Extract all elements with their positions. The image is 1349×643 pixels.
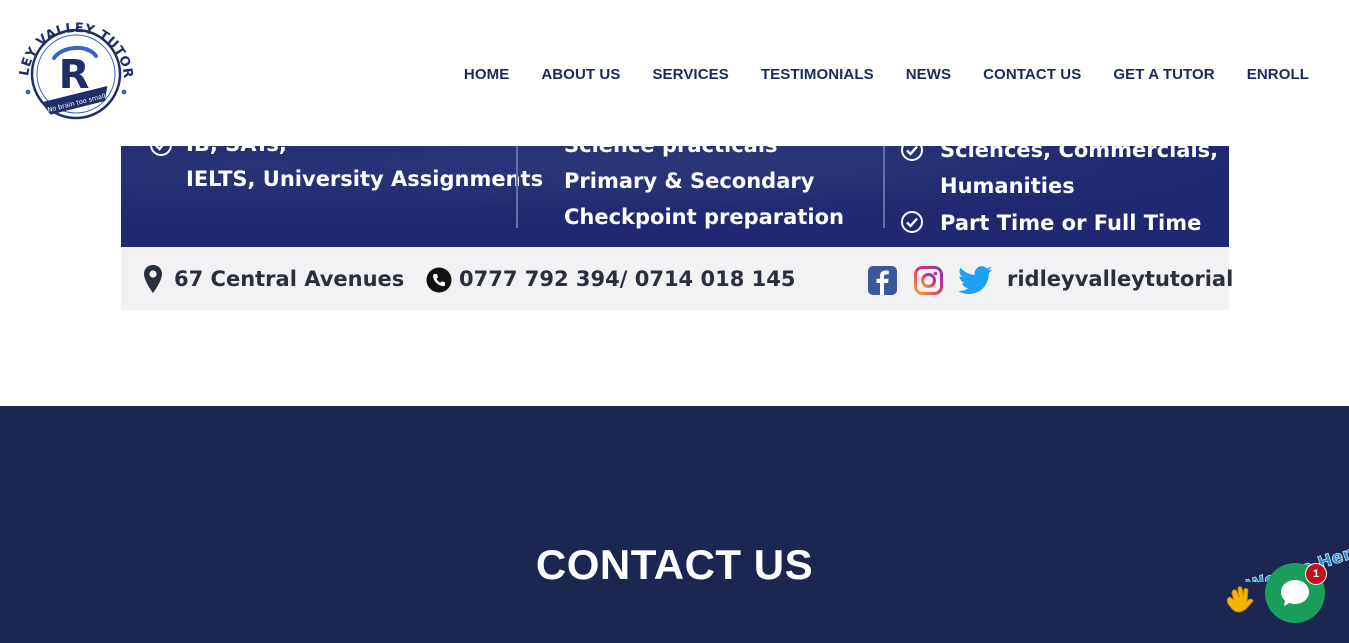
chat-unread-badge: 1 xyxy=(1305,563,1327,585)
banner-divider xyxy=(516,146,518,228)
banner-social-handle: ridleyvalleytutorial xyxy=(1007,267,1234,291)
banner-contact-strip: 67 Central Avenues 0777 792 394/ 0714 01… xyxy=(121,247,1233,310)
nav-about-us[interactable]: ABOUT US xyxy=(541,66,620,83)
banner-text-ielts: IELTS, University Assignments xyxy=(186,167,544,191)
nav-contact-us[interactable]: CONTACT US xyxy=(983,66,1081,83)
banner-text-part-full-time: Part Time or Full Time xyxy=(940,211,1202,235)
chat-icon xyxy=(1281,580,1309,606)
site-header: RIDLEY VALLEY TUTORIAL R No brain too sm… xyxy=(0,0,1349,146)
nav-testimonials[interactable]: TESTIMONIALS xyxy=(761,66,874,83)
facebook-icon xyxy=(868,266,897,295)
nav-enroll[interactable]: ENROLL xyxy=(1247,66,1309,83)
ridley-valley-logo[interactable]: RIDLEY VALLEY TUTORIAL R No brain too sm… xyxy=(14,10,138,134)
contact-title: CONTACT US xyxy=(535,541,814,588)
banner-text-primary-secondary: Primary & Secondary xyxy=(564,169,815,193)
location-pin-icon xyxy=(144,265,162,293)
banner-address: 67 Central Avenues xyxy=(174,267,405,291)
nav-home[interactable]: HOME xyxy=(464,66,509,83)
banner-text-checkpoint: Checkpoint preparation xyxy=(564,205,844,229)
nav-news[interactable]: NEWS xyxy=(906,66,951,83)
logo-monogram: R xyxy=(59,52,90,98)
nav-services[interactable]: SERVICES xyxy=(652,66,728,83)
chat-widget[interactable]: We Are Here! 1 xyxy=(1222,530,1349,643)
twitter-icon xyxy=(959,266,992,294)
waving-hand-icon xyxy=(1226,586,1254,613)
banner-phones: 0777 792 394/ 0714 018 145 xyxy=(459,267,796,291)
main-nav: HOME ABOUT US SERVICES TESTIMONIALS NEWS… xyxy=(464,62,1309,86)
nav-get-a-tutor[interactable]: GET A TUTOR xyxy=(1113,66,1214,83)
banner-text-humanities: Humanities xyxy=(940,174,1075,198)
instagram-icon xyxy=(914,266,943,295)
phone-icon xyxy=(426,267,452,293)
contact-section: CONTACT US xyxy=(0,406,1349,643)
